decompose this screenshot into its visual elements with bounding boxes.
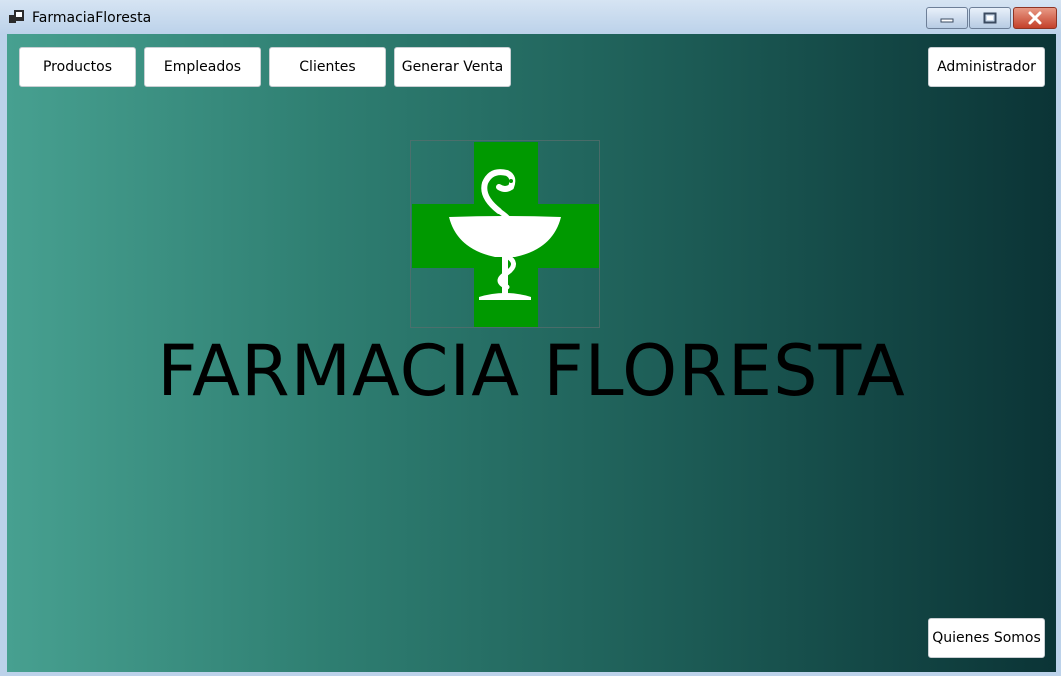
app-window: FarmaciaFloresta Productos Empleados Cli… bbox=[0, 0, 1061, 676]
clientes-button[interactable]: Clientes bbox=[269, 47, 386, 87]
pharmacy-logo bbox=[410, 140, 600, 328]
administrador-button[interactable]: Administrador bbox=[928, 47, 1045, 87]
app-icon bbox=[9, 10, 24, 23]
main-form: Productos Empleados Clientes Generar Ven… bbox=[7, 34, 1056, 672]
maximize-button[interactable] bbox=[969, 7, 1011, 29]
brand-title: FARMACIA FLORESTA bbox=[157, 330, 906, 412]
close-icon bbox=[1028, 11, 1042, 25]
close-button[interactable] bbox=[1013, 7, 1057, 29]
title-bar[interactable]: FarmaciaFloresta bbox=[0, 0, 1061, 34]
productos-button[interactable]: Productos bbox=[19, 47, 136, 87]
generar-venta-button[interactable]: Generar Venta bbox=[394, 47, 511, 87]
maximize-icon bbox=[983, 12, 997, 24]
empleados-button[interactable]: Empleados bbox=[144, 47, 261, 87]
pharmacy-cross-icon bbox=[412, 142, 599, 327]
minimize-button[interactable] bbox=[926, 7, 968, 29]
window-title: FarmaciaFloresta bbox=[32, 10, 152, 26]
minimize-icon bbox=[940, 18, 954, 23]
quienes-somos-button[interactable]: Quienes Somos bbox=[928, 618, 1045, 658]
